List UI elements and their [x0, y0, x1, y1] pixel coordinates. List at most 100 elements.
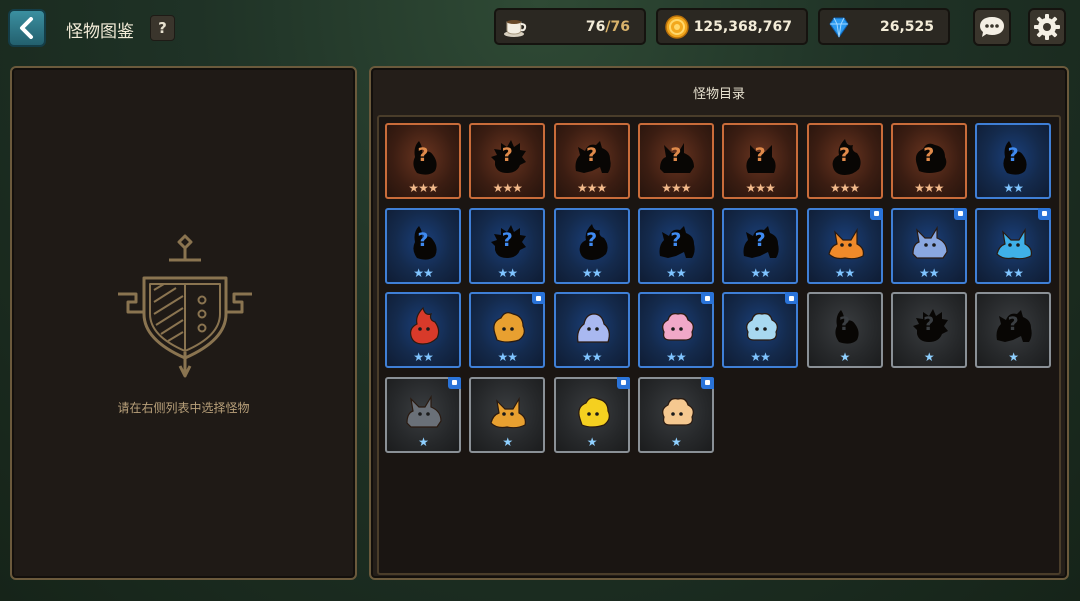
monster-portrait-icon: [410, 307, 440, 345]
unknown-monster-mark: ?: [670, 144, 682, 166]
monster-card[interactable]: ★★: [637, 292, 714, 369]
monster-portrait-icon: [406, 394, 442, 428]
rarity-stars: ★: [671, 434, 682, 449]
monster-card[interactable]: ? ★★: [553, 207, 630, 284]
monster-card[interactable]: ★: [637, 376, 714, 453]
monster-card[interactable]: ? ★★: [722, 207, 799, 284]
new-entry-badge-icon: [616, 376, 630, 389]
monster-portrait-icon: [912, 225, 948, 259]
rarity-stars: ★★★: [745, 181, 776, 195]
monster-card[interactable]: ★★: [469, 292, 546, 369]
monster-card[interactable]: ★: [553, 376, 630, 453]
monster-grid: ? ★★★? ★★★? ★★★? ★★★? ★★★? ★★★? ★★★? ★★? ★★? ★★? ★★…: [377, 115, 1061, 575]
rarity-stars: ★★: [750, 350, 771, 365]
monster-card[interactable]: ★★: [553, 292, 630, 369]
monster-card[interactable]: ? ★★: [637, 207, 714, 284]
rarity-stars: ★★★: [661, 181, 691, 195]
gem-value: 26,525: [879, 19, 934, 35]
rarity-stars: ★: [418, 434, 429, 449]
monster-portrait-icon: [493, 312, 526, 343]
monster-card[interactable]: ? ★★★: [385, 123, 461, 199]
help-button[interactable]: ?: [150, 15, 175, 41]
unknown-monster-mark: ?: [838, 313, 851, 336]
settings-button[interactable]: [1028, 8, 1066, 46]
page-title: 怪物图鉴: [66, 22, 134, 42]
coffee-cup-icon: [504, 20, 527, 37]
monster-detail-panel: 请在右侧列表中选择怪物: [10, 66, 357, 580]
monster-card[interactable]: ? ★★: [385, 207, 461, 284]
monster-card[interactable]: ? ★★: [975, 123, 1052, 199]
rarity-stars: ★★: [666, 265, 687, 280]
monster-card[interactable]: ★★: [975, 207, 1052, 284]
gold-counter[interactable]: 125,368,767: [656, 8, 808, 45]
stamina-max: 76: [610, 19, 630, 35]
monster-card[interactable]: ? ★: [890, 292, 967, 369]
monster-card[interactable]: ? ★: [806, 292, 883, 369]
rarity-stars: ★★: [497, 350, 519, 365]
monster-card[interactable]: ? ★★★: [890, 123, 967, 199]
monster-card[interactable]: ? ★★: [469, 207, 546, 284]
unknown-monster-mark: ?: [754, 228, 766, 251]
chat-button[interactable]: [973, 8, 1011, 46]
monster-card[interactable]: ★★: [890, 207, 967, 284]
unknown-monster-mark: ?: [586, 144, 598, 166]
unknown-monster-mark: ?: [501, 228, 513, 251]
rarity-stars: ★★: [1003, 181, 1024, 195]
catalog-title: 怪物目录: [692, 87, 745, 102]
new-entry-badge-icon: [700, 292, 714, 305]
rarity-stars: ★★★: [492, 181, 523, 195]
monster-card[interactable]: ? ★★★: [722, 123, 799, 199]
unknown-monster-mark: ?: [1007, 144, 1019, 166]
monster-card[interactable]: ? ★: [975, 292, 1052, 369]
monster-card[interactable]: ★: [469, 376, 546, 453]
rarity-stars: ★★: [1003, 265, 1024, 280]
monster-portrait-icon: [577, 396, 610, 428]
rarity-stars: ★★: [413, 265, 434, 280]
new-entry-badge-icon: [448, 376, 461, 389]
unknown-monster-mark: ?: [1007, 313, 1019, 336]
monster-card[interactable]: ? ★★★: [553, 123, 630, 199]
shield-sword-emblem-icon: [118, 234, 252, 378]
monster-card[interactable]: ★★: [385, 292, 461, 369]
unknown-monster-mark: ?: [417, 228, 429, 251]
rarity-stars: ★★: [413, 350, 434, 365]
new-entry-badge-icon: [785, 292, 799, 305]
monster-portrait-icon: [661, 313, 694, 341]
unknown-monster-mark: ?: [754, 144, 766, 166]
monster-portrait-icon: [661, 397, 694, 426]
rarity-stars: ★★★: [914, 181, 944, 195]
rarity-stars: ★★: [750, 265, 771, 280]
rarity-stars: ★★★: [576, 181, 607, 195]
rarity-stars: ★: [1008, 350, 1019, 365]
rarity-stars: ★: [923, 350, 935, 365]
unknown-monster-mark: ?: [586, 228, 598, 251]
gem-counter[interactable]: 26,525: [818, 8, 950, 45]
new-entry-badge-icon: [953, 207, 967, 220]
monster-card[interactable]: ? ★★★: [637, 123, 714, 199]
back-button[interactable]: [8, 9, 46, 47]
select-monster-hint: 请在右侧列表中选择怪物: [117, 401, 250, 415]
gear-icon: [1034, 14, 1060, 40]
unknown-monster-mark: ?: [838, 144, 851, 166]
monster-card[interactable]: ★: [385, 376, 461, 453]
monster-card[interactable]: ? ★★★: [806, 123, 883, 199]
new-entry-badge-icon: [700, 376, 714, 389]
monster-card[interactable]: ? ★★★: [469, 123, 546, 199]
rarity-stars: ★★★: [829, 181, 860, 195]
new-entry-badge-icon: [532, 292, 546, 305]
rarity-stars: ★★: [834, 265, 856, 280]
gold-value: 125,368,767: [693, 19, 792, 35]
rarity-stars: ★★★: [408, 181, 438, 195]
monster-card[interactable]: ★★: [806, 207, 883, 284]
stamina-counter[interactable]: 76/76: [494, 8, 646, 45]
new-entry-badge-icon: [1038, 207, 1052, 220]
monster-portrait-icon: [827, 227, 864, 259]
monster-card[interactable]: ★★: [722, 292, 799, 369]
rarity-stars: ★: [502, 434, 513, 449]
rarity-stars: ★: [839, 350, 851, 365]
monster-portrait-icon: [576, 313, 610, 343]
new-entry-badge-icon: [869, 207, 883, 220]
unknown-monster-mark: ?: [670, 228, 682, 251]
monster-portrait-icon: [490, 396, 527, 429]
monster-portrait-icon: [996, 227, 1033, 259]
